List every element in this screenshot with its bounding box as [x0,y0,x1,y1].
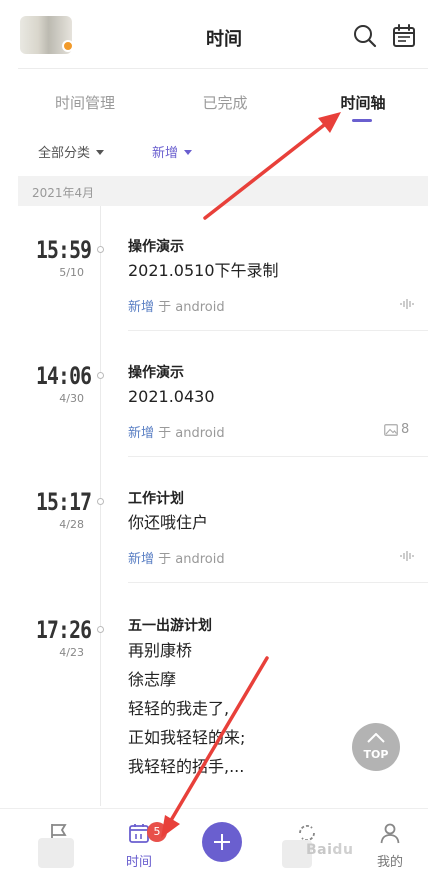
entry-divider [128,330,428,331]
entry-action: 新增 [128,300,155,315]
calendar-icon[interactable] [390,22,418,50]
entry-meta: 新增 于 android [128,296,225,315]
entry-category: 操作演示 [128,239,184,255]
entry-date: 5/10 [59,266,84,279]
caret-down-icon [96,150,105,155]
timeline-dot [97,246,104,253]
entry-time: 17:26 [36,616,92,644]
category-filter-label: 全部分类 [38,146,91,161]
entry-action: 新增 [128,426,155,441]
blurred-patch [38,838,74,868]
entry-category: 工作计划 [128,491,184,507]
entry-source: 于 android [154,552,225,567]
scroll-top-button[interactable]: TOP [352,723,400,771]
timeline-dot [97,372,104,379]
entry-action: 新增 [128,552,155,567]
top-bar: 时间 [0,0,428,72]
tab-bar: 时间管理 已完成 时间轴 [0,80,428,130]
app-screen: 时间 时间管理 已完成 时间轴 全部分类 新增 2021年4月 15:59 5/ [0,0,428,884]
timeline-entry[interactable]: 17:26 4/23 五一出游计划 再别康桥 徐志摩 轻轻的我走了, 正如我轻轻… [0,584,428,808]
entry-date: 4/23 [59,646,84,659]
month-header: 2021年4月 [18,176,428,206]
entry-divider [128,456,428,457]
image-count: 8 [401,422,410,437]
entry-category: 五一出游计划 [128,618,212,634]
entry-text: 2021.0510下午录制 [128,261,279,280]
timeline-dot [97,626,104,633]
nav-item-profile[interactable]: 我的 [355,809,425,884]
entry-text-line: 正如我轻轻的来; [128,728,246,747]
user-icon [380,823,400,844]
nav-item-time[interactable]: 时间 [104,809,174,884]
entry-date: 4/28 [59,518,84,531]
entry-source: 于 android [154,426,225,441]
tab-timeline[interactable]: 时间轴 [318,92,408,113]
image-icon [384,424,398,436]
search-icon[interactable] [351,22,379,50]
month-label: 2021年4月 [32,186,95,200]
plus-icon-stroke [221,834,223,850]
audio-wave-icon [400,551,414,561]
audio-wave-icon [400,299,414,309]
entry-time: 15:59 [36,236,92,264]
header-divider [18,68,428,69]
entry-text-line: 再别康桥 [128,641,193,660]
entry-meta: 新增 于 android [128,548,225,567]
filter-bar: 全部分类 新增 [0,136,428,166]
entry-time: 14:06 [36,362,92,390]
entry-meta: 新增 于 android [128,422,225,441]
entry-text: 你还哦住户 [128,513,209,532]
add-button[interactable] [202,822,242,862]
timeline-entry[interactable]: 15:59 5/10 操作演示 2021.0510下午录制 新增 于 andro… [0,206,428,332]
nav-label: 我的 [376,855,403,870]
entry-source: 于 android [154,300,225,315]
entry-text-line: 徐志摩 [128,670,177,689]
tab-completed[interactable]: 已完成 [180,92,270,113]
action-filter-label: 新增 [152,146,179,161]
entry-text-line: 轻轻的我走了, [128,699,230,718]
watermark: Baidu [306,842,354,858]
category-filter[interactable]: 全部分类 [38,142,105,161]
chevron-up-icon [367,733,385,743]
notification-badge: 5 [147,822,167,842]
entry-time: 15:17 [36,488,92,516]
nav-label: 时间 [125,855,152,870]
scroll-top-label: TOP [363,748,389,761]
action-filter[interactable]: 新增 [152,142,193,161]
entry-date: 4/30 [59,392,84,405]
caret-down-icon [184,150,193,155]
tab-time-management[interactable]: 时间管理 [40,92,130,113]
entry-text: 2021.0430 [128,387,215,406]
timeline-entry[interactable]: 15:17 4/28 工作计划 你还哦住户 新增 于 android [0,458,428,584]
entry-divider [128,582,428,583]
entry-category: 操作演示 [128,365,184,381]
timeline-entry[interactable]: 14:06 4/30 操作演示 2021.0430 新增 于 android 8 [0,332,428,458]
tab-indicator [352,119,372,122]
timeline-dot [97,498,104,505]
entry-text-line: 我轻轻的招手,... [128,757,245,776]
